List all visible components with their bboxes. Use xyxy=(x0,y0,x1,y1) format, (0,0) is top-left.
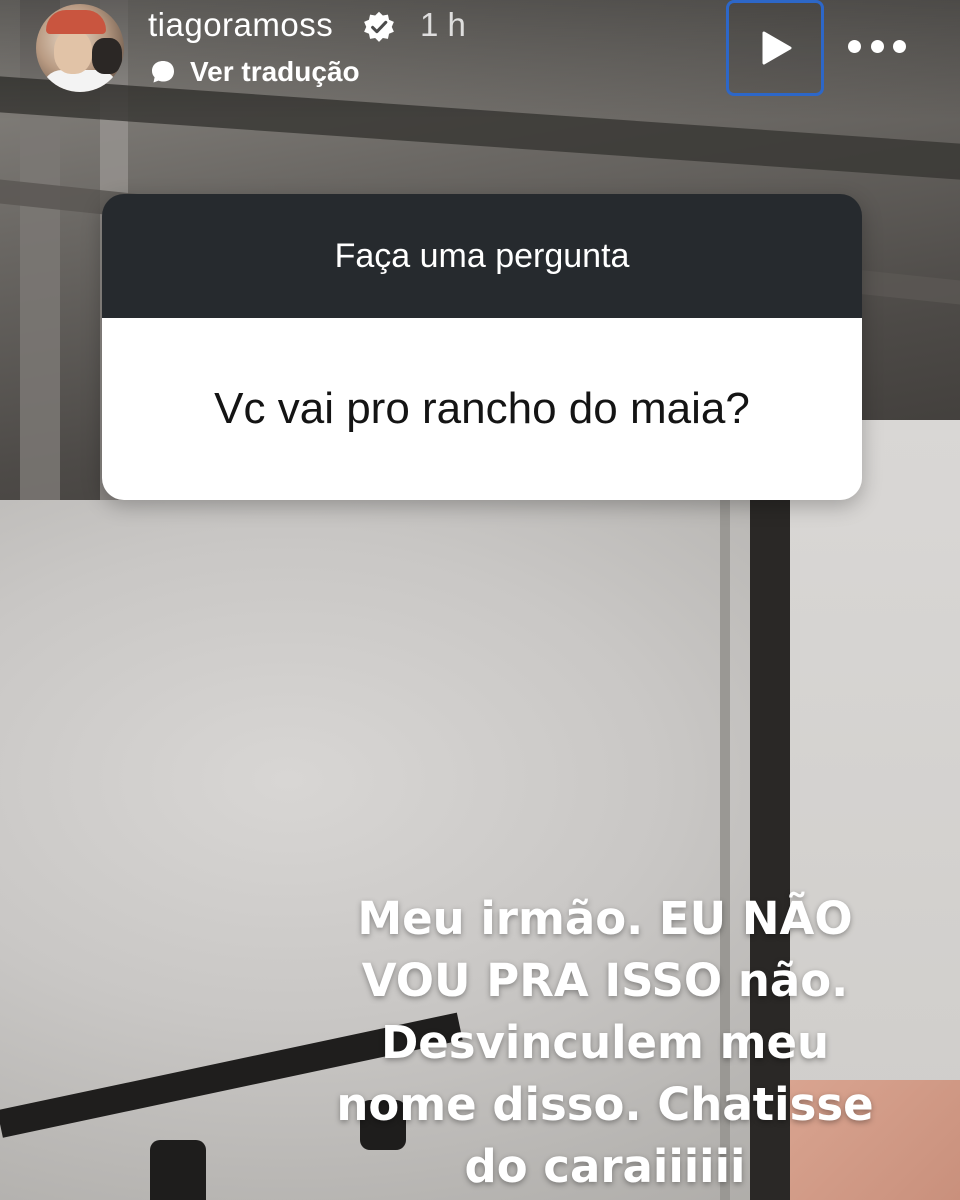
timestamp: 1 h xyxy=(420,6,466,43)
translate-link[interactable]: Ver tradução xyxy=(148,56,360,88)
username[interactable]: tiagoramoss xyxy=(148,6,333,44)
story-caption: Meu irmão. EU NÃO VOU PRA ISSO não. Desv… xyxy=(300,888,910,1198)
more-options-icon xyxy=(870,39,884,53)
more-options-button[interactable] xyxy=(848,26,906,66)
caption-line: do caraiiiiii xyxy=(464,1140,746,1193)
question-sticker-body: Vc vai pro rancho do maia? xyxy=(102,318,862,500)
caption-line: nome disso. Chatisse xyxy=(336,1078,874,1131)
caption-line: Desvinculem meu xyxy=(380,1016,830,1069)
question-sticker-title: Faça uma pergunta xyxy=(334,236,630,275)
avatar-cap xyxy=(46,10,106,34)
caption-line: VOU PRA ISSO não. xyxy=(361,954,849,1007)
caption-line: Meu irmão. EU NÃO xyxy=(357,892,853,945)
question-text: Vc vai pro rancho do maia? xyxy=(214,384,750,433)
verified-badge-icon xyxy=(364,11,394,42)
play-button[interactable] xyxy=(726,0,824,96)
question-sticker-header: Faça uma pergunta xyxy=(102,194,862,318)
question-sticker[interactable]: Faça uma pergunta Vc vai pro rancho do m… xyxy=(102,194,862,500)
more-options-icon xyxy=(893,39,906,53)
avatar[interactable] xyxy=(36,4,124,92)
avatar-dog xyxy=(92,38,122,74)
avatar-face xyxy=(54,30,92,74)
more-options-icon xyxy=(848,39,861,53)
spotlight xyxy=(150,1140,206,1200)
translate-label: Ver tradução xyxy=(190,56,360,87)
speech-bubble-icon xyxy=(152,61,174,83)
play-icon xyxy=(762,31,792,65)
